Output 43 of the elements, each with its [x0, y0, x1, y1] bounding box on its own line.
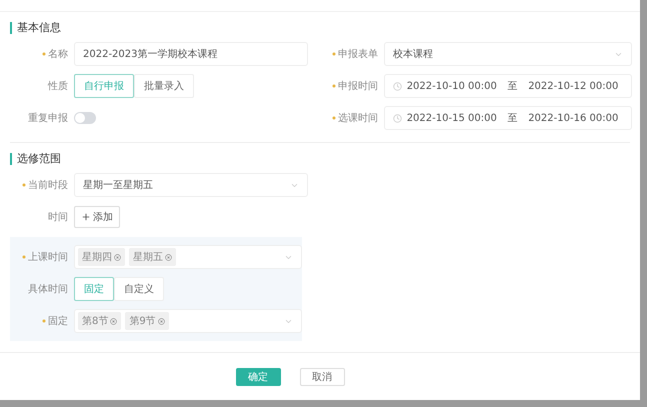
field-label: 申报时间 [338, 80, 378, 93]
field-label: 当前时段 [28, 178, 68, 192]
clock-icon [393, 114, 402, 122]
required-mark-icon [22, 255, 26, 259]
section-title: 基本信息 [10, 22, 630, 34]
field-label: 固定 [48, 314, 68, 328]
tag: 第8节 [78, 312, 122, 330]
section-title: 选修范围 [10, 153, 630, 165]
field-label: 申报表单 [338, 48, 378, 61]
required-mark-icon [332, 84, 336, 88]
date-range-field[interactable]: 2022-10-10 00:00 至 2022-10-12 00:00 [384, 74, 632, 98]
remove-icon[interactable] [158, 318, 165, 324]
required-mark-icon [332, 116, 336, 120]
required-mark-icon [332, 52, 336, 56]
add-button[interactable]: 添加 [74, 206, 120, 228]
text-field[interactable]: 2022-2023第一学期校本课程 [74, 42, 308, 66]
cancel-button[interactable]: 取消 [300, 368, 344, 386]
plus-icon [81, 212, 91, 222]
remove-icon[interactable] [114, 254, 121, 260]
field-label: 重复申报 [28, 112, 68, 125]
field-label: 上课时间 [28, 250, 68, 264]
remove-icon[interactable] [110, 318, 118, 324]
option-button[interactable]: 自定义 [114, 277, 164, 301]
tag-select-field[interactable]: 星期四 星期五 [74, 245, 302, 269]
select-field[interactable]: 校本课程 [384, 42, 632, 66]
select-field[interactable]: 星期一至星期五 [74, 173, 308, 197]
toggle-switch[interactable] [74, 112, 96, 124]
field-label: 时间 [48, 210, 68, 224]
required-mark-icon [42, 319, 46, 323]
date-range-field[interactable]: 2022-10-15 00:00 至 2022-10-16 00:00 [384, 106, 632, 130]
field-label: 具体时间 [28, 282, 68, 296]
option-button[interactable]: 批量录入 [134, 74, 194, 98]
required-mark-icon [42, 52, 46, 56]
remove-icon[interactable] [165, 254, 172, 260]
tag: 第9节 [125, 312, 169, 330]
tag: 星期五 [129, 248, 176, 266]
field-label: 选课时间 [338, 112, 378, 125]
clock-icon [393, 82, 402, 90]
field-label: 性质 [48, 80, 68, 93]
required-mark-icon [22, 183, 26, 187]
tag-select-field[interactable]: 第8节 第9节 [74, 309, 302, 333]
tag: 星期四 [78, 248, 125, 266]
field-label: 名称 [48, 48, 68, 61]
